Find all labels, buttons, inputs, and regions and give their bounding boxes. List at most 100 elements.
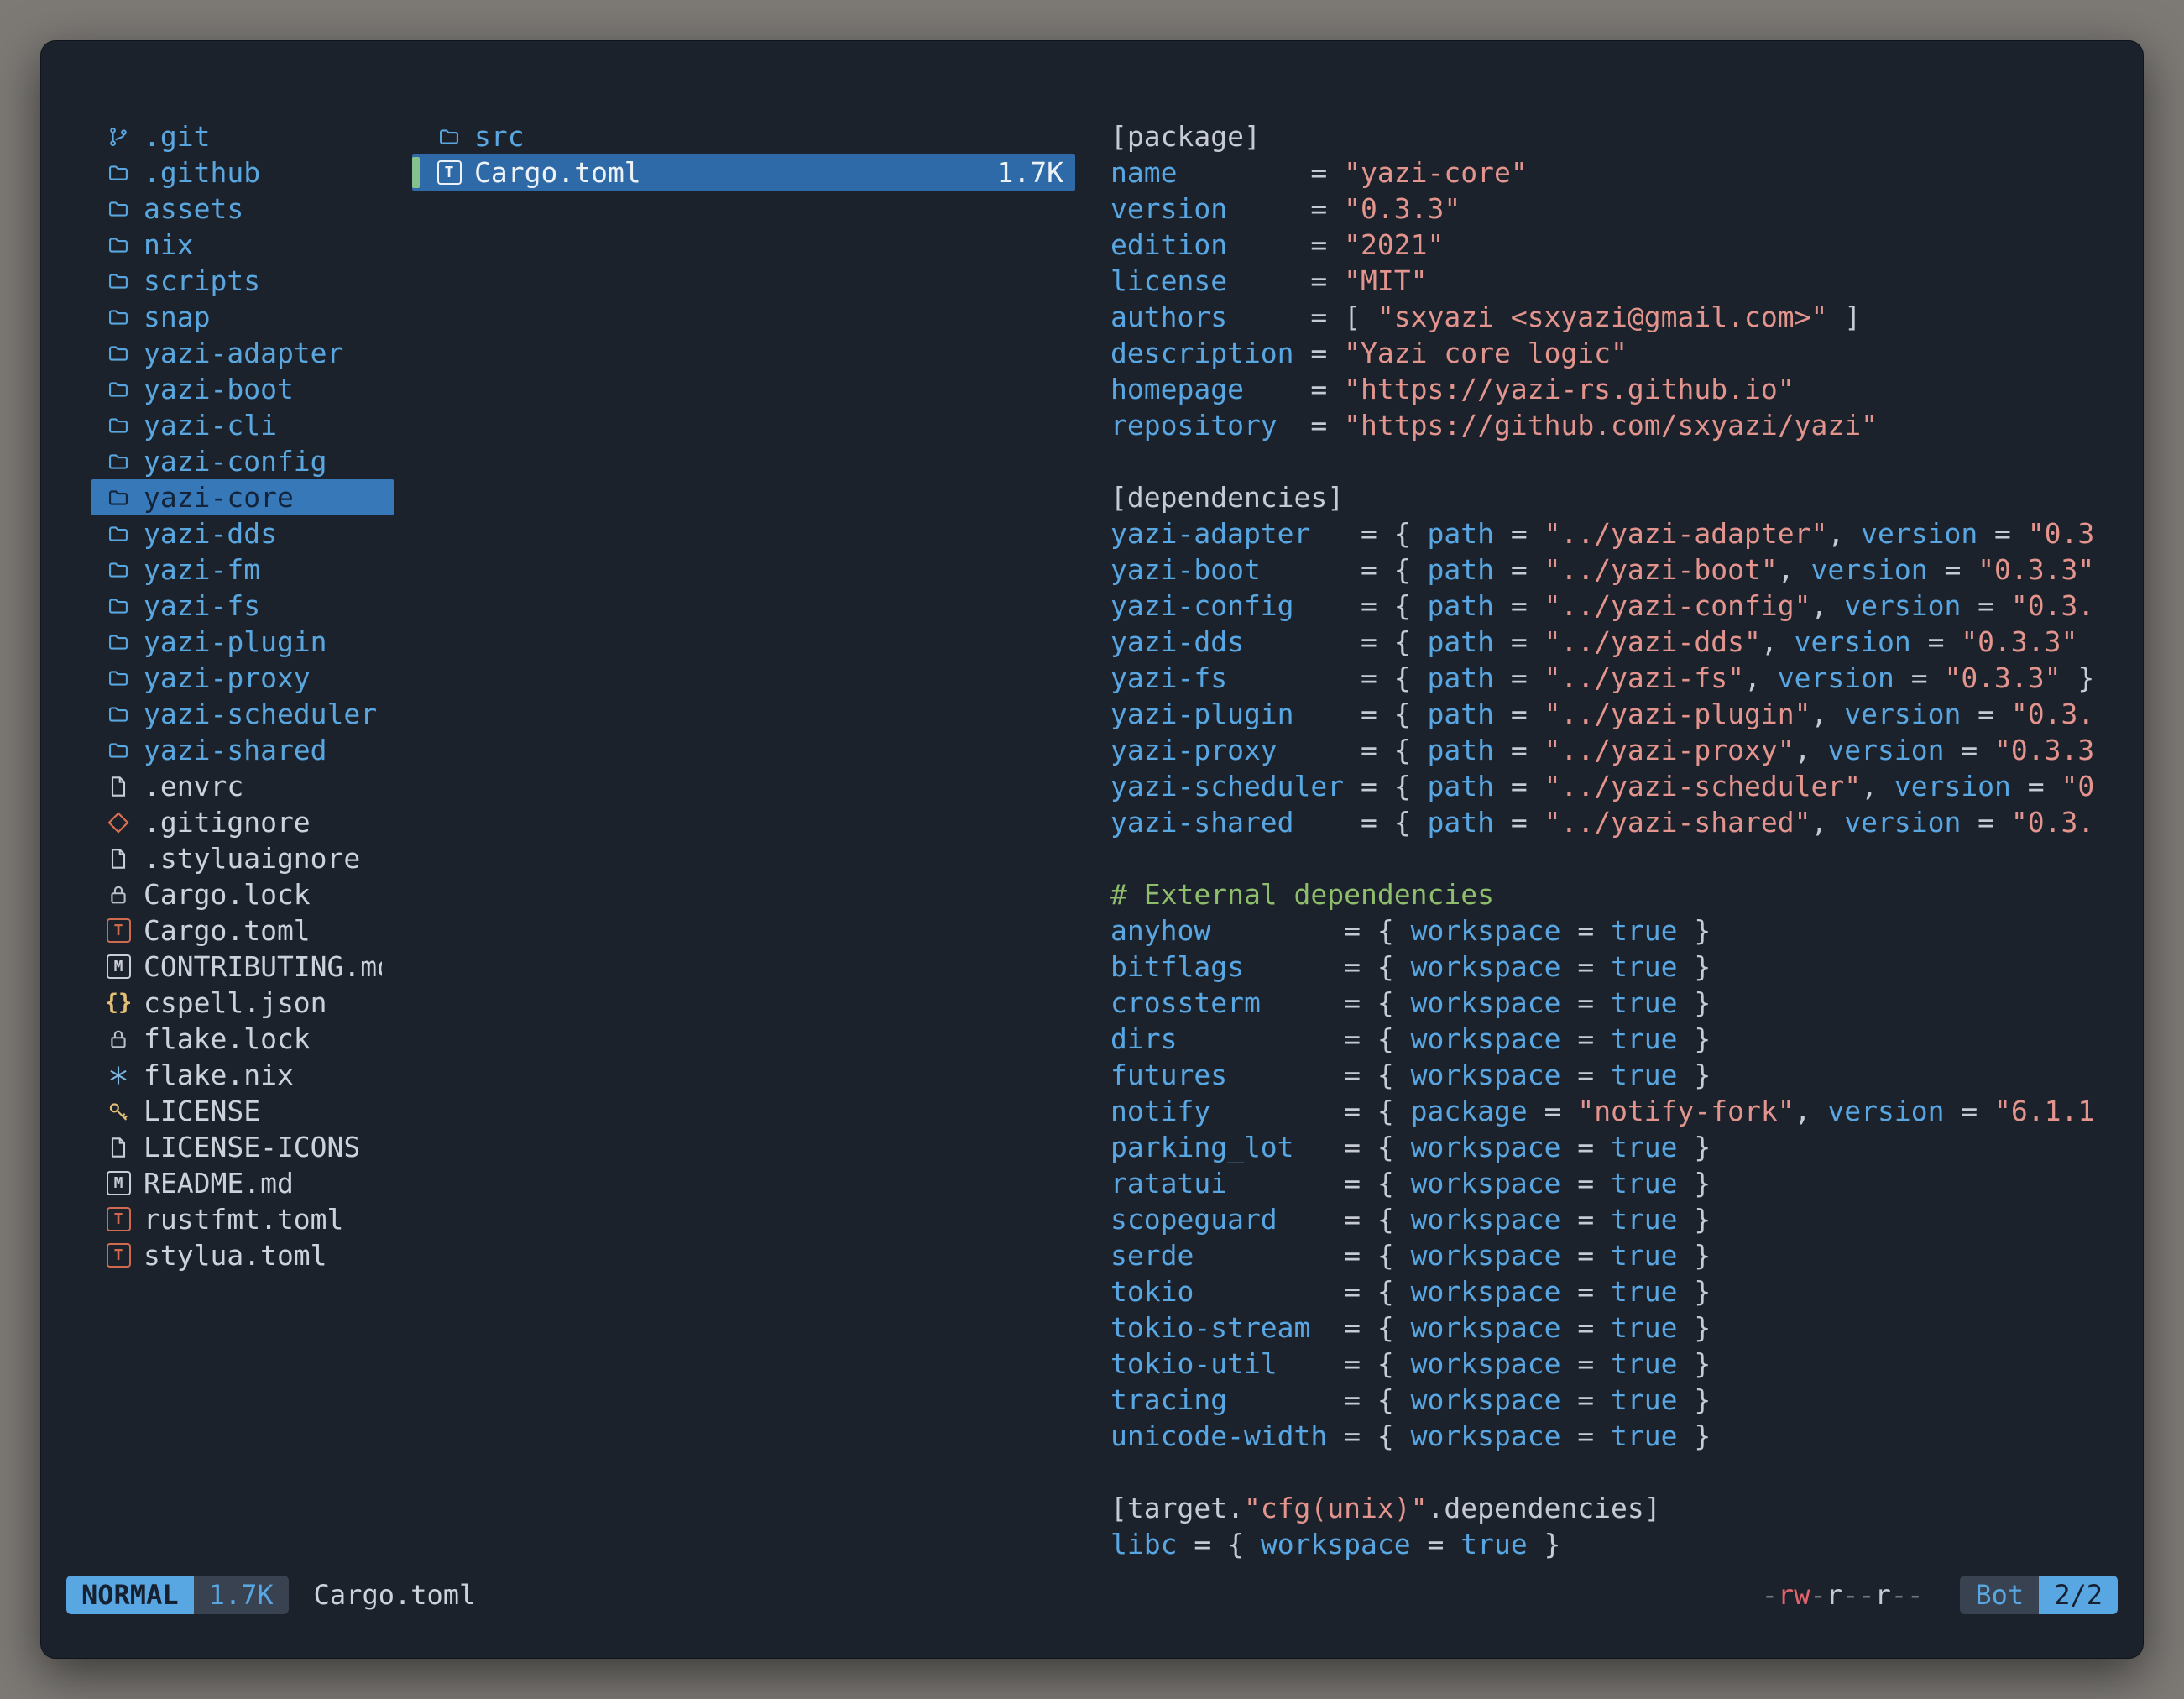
dir-row[interactable]: yazi-shared [91, 732, 394, 768]
preview-line [1110, 1454, 2118, 1490]
preview-line: futures = { workspace = true } [1110, 1057, 2118, 1093]
preview-line: unicode-width = { workspace = true } [1110, 1418, 2118, 1454]
folder-icon [103, 414, 133, 437]
file-icon [103, 775, 133, 798]
toml-icon: T [434, 160, 464, 185]
file-row[interactable]: .styluaignore [91, 840, 394, 876]
preview-line: tracing = { workspace = true } [1110, 1382, 2118, 1418]
hovered-file-marker [412, 157, 420, 188]
entry-label: cspell.json [144, 985, 327, 1021]
file-row[interactable]: .gitignore [91, 804, 394, 840]
entry-label: yazi-plugin [144, 624, 327, 660]
entry-label: .gitignore [144, 804, 311, 840]
file-row[interactable]: Trustfmt.toml [91, 1201, 394, 1237]
file-row[interactable]: LICENSE [91, 1093, 394, 1129]
dir-row[interactable]: snap [91, 299, 394, 335]
preview-line: yazi-boot = { path = "../yazi-boot", ver… [1110, 552, 2118, 588]
preview-line: ratatui = { workspace = true } [1110, 1165, 2118, 1201]
preview-line: parking_lot = { workspace = true } [1110, 1129, 2118, 1165]
dir-row[interactable]: yazi-boot [91, 371, 394, 407]
dir-row[interactable]: yazi-fs [91, 588, 394, 624]
entry-label: LICENSE [144, 1093, 260, 1129]
dir-row[interactable]: yazi-cli [91, 407, 394, 443]
dir-row[interactable]: yazi-fm [91, 552, 394, 588]
status-bar-right: -rw-r--r-- Bot 2/2 [1762, 1576, 2118, 1614]
nix-icon [103, 1064, 133, 1087]
entry-label: README.md [144, 1165, 294, 1201]
desktop-background: .git.githubassetsnixscriptssnapyazi-adap… [0, 0, 2184, 1699]
dir-row[interactable]: yazi-plugin [91, 624, 394, 660]
folder-icon [103, 630, 133, 654]
file-row[interactable]: Tstylua.toml [91, 1237, 394, 1273]
entry-label: yazi-dds [144, 515, 277, 552]
entry-label: yazi-fm [144, 552, 260, 588]
preview-line: scopeguard = { workspace = true } [1110, 1201, 2118, 1237]
dir-row[interactable]: yazi-dds [91, 515, 394, 552]
folder-icon [103, 594, 133, 618]
file-row[interactable]: MREADME.md [91, 1165, 394, 1201]
file-row[interactable]: {} cspell.json [91, 985, 394, 1021]
preview-line: notify = { package = "notify-fork", vers… [1110, 1093, 2118, 1129]
dir-row[interactable]: assets [91, 191, 394, 227]
folder-icon [103, 378, 133, 401]
entry-label: yazi-scheduler [144, 696, 377, 732]
folder-icon [434, 125, 464, 149]
file-row[interactable]: flake.lock [91, 1021, 394, 1057]
file-row[interactable]: flake.nix [91, 1057, 394, 1093]
entry-label: yazi-adapter [144, 335, 343, 371]
preview-line: authors = [ "sxyazi <sxyazi@gmail.com>" … [1110, 299, 2118, 335]
dir-row[interactable]: scripts [91, 263, 394, 299]
dir-row[interactable]: yazi-core [91, 479, 394, 515]
preview-line: description = "Yazi core logic" [1110, 335, 2118, 371]
dir-row[interactable]: src [412, 118, 1075, 154]
preview-line: serde = { workspace = true } [1110, 1237, 2118, 1273]
entry-label: flake.nix [144, 1057, 294, 1093]
entry-label: .git [144, 118, 210, 154]
preview-line: yazi-adapter = { path = "../yazi-adapter… [1110, 515, 2118, 552]
file-row[interactable]: LICENSE-ICONS [91, 1129, 394, 1165]
dir-row[interactable]: yazi-config [91, 443, 394, 479]
scroll-position-badge: Bot [1960, 1576, 2039, 1614]
entry-label: snap [144, 299, 210, 335]
folder-icon [103, 703, 133, 726]
dir-row[interactable]: .github [91, 154, 394, 191]
file-row[interactable]: Cargo.lock [91, 876, 394, 912]
entry-label: yazi-boot [144, 371, 294, 407]
dir-row[interactable]: yazi-scheduler [91, 696, 394, 732]
dir-row[interactable]: nix [91, 227, 394, 263]
preview-line: [dependencies] [1110, 479, 2118, 515]
markdown-icon: M [103, 954, 133, 979]
panes-container: .git.githubassetsnixscriptssnapyazi-adap… [41, 41, 2143, 1576]
preview-line: license = "MIT" [1110, 263, 2118, 299]
dir-row[interactable]: yazi-adapter [91, 335, 394, 371]
folder-icon [103, 486, 133, 510]
json-icon: {} [103, 991, 133, 1014]
entry-label: yazi-proxy [144, 660, 311, 696]
preview-line: dirs = { workspace = true } [1110, 1021, 2118, 1057]
preview-line: repository = "https://github.com/sxyazi/… [1110, 407, 2118, 443]
entry-label: rustfmt.toml [144, 1201, 343, 1237]
file-row[interactable]: MCONTRIBUTING.md [91, 949, 394, 985]
folder-icon [103, 342, 133, 365]
entry-label: src [474, 118, 525, 154]
preview-line: bitflags = { workspace = true } [1110, 949, 2118, 985]
preview-line: crossterm = { workspace = true } [1110, 985, 2118, 1021]
dir-row[interactable]: yazi-proxy [91, 660, 394, 696]
preview-line: [package] [1110, 118, 2118, 154]
entry-label: yazi-shared [144, 732, 327, 768]
toml-icon: T [103, 1207, 133, 1231]
dir-row[interactable]: .git [91, 118, 394, 154]
preview-line: version = "0.3.3" [1110, 191, 2118, 227]
file-row[interactable]: .envrc [91, 768, 394, 804]
mode-indicator: NORMAL [66, 1576, 194, 1614]
file-row[interactable]: TCargo.toml [91, 912, 394, 949]
preview-line: yazi-shared = { path = "../yazi-shared",… [1110, 804, 2118, 840]
file-preview-pane: [package]name = "yazi-core"version = "0.… [1110, 118, 2118, 1562]
entry-label: nix [144, 227, 194, 263]
current-directory-pane: srcTCargo.toml1.7K [412, 118, 1075, 191]
file-size: 1.7K [997, 154, 1063, 191]
entry-label: scripts [144, 263, 260, 299]
folder-icon [103, 233, 133, 257]
file-row[interactable]: TCargo.toml1.7K [412, 154, 1075, 191]
entry-label: stylua.toml [144, 1237, 327, 1273]
